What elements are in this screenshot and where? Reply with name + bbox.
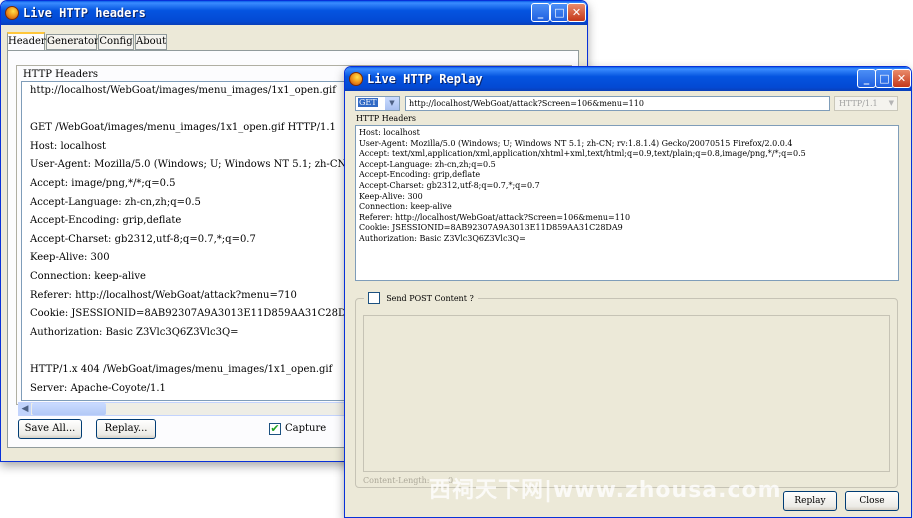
replay-header-line: User-Agent: Mozilla/5.0 (Windows; U; Win… — [359, 138, 793, 148]
method-value: GET — [358, 98, 378, 107]
scroll-left-icon[interactable]: ◀ — [19, 403, 31, 415]
header-line: HTTP/1.x 404 /WebGoat/images/menu_images… — [30, 364, 333, 375]
capture-checkbox[interactable]: ✔ — [269, 423, 281, 435]
tab-strip: Headers Generator Config About — [7, 32, 567, 50]
replay-header-line: Accept-Charset: gb2312,utf-8;q=0.7,*;q=0… — [359, 181, 540, 190]
header-line: Connection: keep-alive — [30, 271, 146, 282]
tab-generator[interactable]: Generator — [46, 34, 99, 50]
header-line: Accept-Charset: gb2312,utf-8;q=0.7,*;q=0… — [30, 233, 256, 245]
tab-generator-label: Generator — [47, 36, 99, 47]
replay-header-line: Cookie: JSESSIONID=8AB92307A9A3013E11D85… — [359, 223, 623, 233]
close-icon[interactable]: ✕ — [567, 3, 586, 22]
replay-header-line: Accept: text/xml,application/xml,applica… — [359, 149, 806, 159]
header-line: http://localhost/WebGoat/images/menu_ima… — [30, 85, 336, 96]
header-line: Accept: image/png,*/*;q=0.5 — [30, 178, 176, 189]
http-version-value: HTTP/1.1 — [839, 99, 878, 108]
header-line: Accept-Encoding: grip,deflate — [30, 215, 182, 227]
send-post-label: Send POST Content ? — [386, 293, 474, 303]
replay-header-line: Authorization: Basic Z3Vlc3Q6Z3Vlc3Q= — [359, 234, 526, 243]
main-titlebar[interactable]: Live HTTP headers _ □ ✕ — [1, 1, 587, 25]
tab-about[interactable]: About — [135, 34, 167, 50]
method-select[interactable]: GET ▼ — [355, 96, 400, 111]
live-http-replay-window: Live HTTP Replay _ □ ✕ GET ▼ http://loca… — [344, 66, 912, 518]
tab-config-label: Config — [99, 36, 133, 47]
replay-header-line: Connection: keep-alive — [359, 202, 452, 212]
header-line: Accept-Language: zh-cn,zh;q=0.5 — [30, 196, 201, 208]
replay-headers-textarea[interactable]: Host: localhost User-Agent: Mozilla/5.0 (… — [355, 125, 899, 281]
replay-header-line: Accept-Language: zh-cn,zh;q=0.5 — [359, 159, 496, 169]
replay-header-line: Accept-Encoding: grip,deflate — [359, 170, 481, 180]
header-line: GET /WebGoat/images/menu_images/1x1_open… — [30, 122, 336, 134]
http-version-select[interactable]: HTTP/1.1 ▼ — [834, 96, 898, 111]
headers-group-label: HTTP Headers — [23, 69, 98, 80]
replay-button[interactable]: Replay — [783, 491, 837, 511]
url-input[interactable]: http://localhost/WebGoat/attack?Screen=1… — [405, 96, 830, 111]
minimize-icon[interactable]: _ — [531, 3, 550, 22]
tab-headers-label: Headers — [8, 36, 51, 47]
firefox-icon — [349, 72, 363, 86]
firefox-icon — [5, 6, 19, 20]
close-icon[interactable]: ✕ — [892, 69, 911, 88]
tab-config[interactable]: Config — [98, 34, 134, 50]
scroll-thumb[interactable] — [32, 403, 106, 415]
replay-header-line: Referer: http://localhost/WebGoat/attack… — [359, 212, 631, 222]
post-content-textarea — [363, 315, 890, 472]
send-post-legend: Send POST Content ? — [364, 292, 478, 306]
header-line: Referer: http://localhost/WebGoat/attack… — [30, 289, 297, 301]
header-line: User-Agent: Mozilla/5.0 (Windows; U; Win… — [30, 159, 386, 171]
send-post-checkbox[interactable] — [368, 292, 380, 304]
replay-window-title: Live HTTP Replay — [367, 72, 483, 86]
content-length-label: Content-Length: — [363, 476, 430, 485]
url-value: http://localhost/WebGoat/attack?Screen=1… — [409, 99, 644, 108]
tab-about-label: About — [136, 36, 167, 47]
header-line: Server: Apache-Coyote/1.1 — [30, 382, 166, 394]
capture-label: Capture — [285, 423, 327, 434]
header-line: Host: localhost — [30, 140, 107, 152]
chevron-down-icon[interactable]: ▼ — [385, 97, 399, 110]
replay-header-line: Host: localhost — [359, 128, 420, 137]
header-line: Keep-Alive: 300 — [30, 252, 110, 264]
chevron-down-icon: ▼ — [888, 99, 894, 107]
post-content-group: Send POST Content ? Content-Length: 0 — [355, 292, 898, 488]
main-window-title: Live HTTP headers — [23, 6, 146, 20]
replay-open-button[interactable]: Replay... — [96, 419, 156, 439]
watermark-text: 西祠天下网|www.zhousa.com — [429, 478, 782, 503]
header-line: Authorization: Basic Z3Vlc3Q6Z3Vlc3Q= — [30, 326, 239, 338]
replay-header-line: Keep-Alive: 300 — [359, 191, 423, 201]
replay-headers-label: HTTP Headers — [356, 114, 416, 123]
minimize-icon[interactable]: _ — [857, 69, 876, 88]
replay-titlebar[interactable]: Live HTTP Replay _ □ ✕ — [345, 67, 911, 91]
save-all-button[interactable]: Save All... — [18, 419, 82, 439]
tab-headers[interactable]: Headers — [7, 32, 51, 50]
close-button[interactable]: Close — [845, 491, 899, 511]
header-line: Cookie: JSESSIONID=8AB92307A9A3013E11D85… — [30, 308, 360, 320]
